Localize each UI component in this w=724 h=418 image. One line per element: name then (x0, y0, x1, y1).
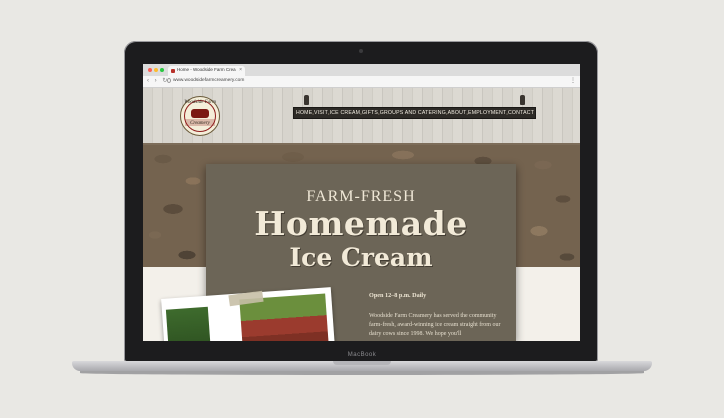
maximize-window-icon[interactable] (160, 68, 164, 72)
close-window-icon[interactable] (148, 68, 152, 72)
favicon-icon (171, 69, 175, 73)
hero-description: Woodside Farm Creamery has served the co… (369, 313, 501, 337)
browser-toolbar: ‹ › ↻ www.woodsidefarmcreamery.com ⋮ (143, 76, 580, 88)
site-logo[interactable]: Woodside Farm Creamery (180, 96, 220, 136)
nav-item-ice-cream[interactable]: ICE CREAM (330, 110, 361, 116)
tab-close-icon[interactable]: × (239, 67, 242, 73)
nav-item-groups-catering[interactable]: GROUPS AND CATERING (380, 110, 446, 116)
address-bar[interactable]: www.woodsidefarmcreamery.com (173, 78, 244, 83)
nav-item-visit[interactable]: VISIT (314, 110, 328, 116)
hero-title-line2: Ice Cream (289, 243, 433, 272)
camera-icon (359, 49, 363, 53)
minimize-window-icon[interactable] (154, 68, 158, 72)
nav-item-gifts[interactable]: GIFTS (362, 110, 378, 116)
browser-tabbar: Home - Woodside Farm Crea × (143, 64, 580, 76)
tab-title: Home - Woodside Farm Crea (177, 67, 236, 72)
browser-tab[interactable]: Home - Woodside Farm Crea × (168, 66, 245, 76)
nav-item-contact[interactable]: CONTACT (508, 110, 534, 116)
site-info-icon[interactable] (167, 78, 171, 83)
laptop-notch (333, 361, 391, 365)
browser-nav-buttons[interactable]: ‹ › ↻ (147, 77, 169, 84)
site-header: Woodside Farm Creamery HOME • VISIT • IC… (143, 88, 580, 145)
browser-menu-icon[interactable]: ⋮ (570, 77, 576, 84)
cow-icon (191, 109, 209, 118)
lamp-icon (520, 95, 525, 105)
nav-item-home[interactable]: HOME (296, 110, 312, 116)
photo-trees (165, 306, 212, 341)
hero-title-line1: Homemade (254, 204, 468, 243)
device-label: MacBook (347, 352, 377, 358)
nav-item-about[interactable]: ABOUT (448, 110, 467, 116)
logo-text-top: Woodside Farm (184, 100, 216, 105)
hours-text: Open 12–8 p.m. Daily (369, 292, 427, 299)
laptop-base-shadow (80, 371, 644, 375)
lamp-icon (304, 95, 309, 105)
main-nav: HOME • VISIT • ICE CREAM • GIFTS • GROUP… (293, 107, 536, 119)
screen: Home - Woodside Farm Crea × ‹ › ↻ www.wo… (143, 64, 580, 341)
logo-text-bottom: Creamery (190, 121, 210, 126)
nav-item-employment[interactable]: EMPLOYMENT (468, 110, 506, 116)
